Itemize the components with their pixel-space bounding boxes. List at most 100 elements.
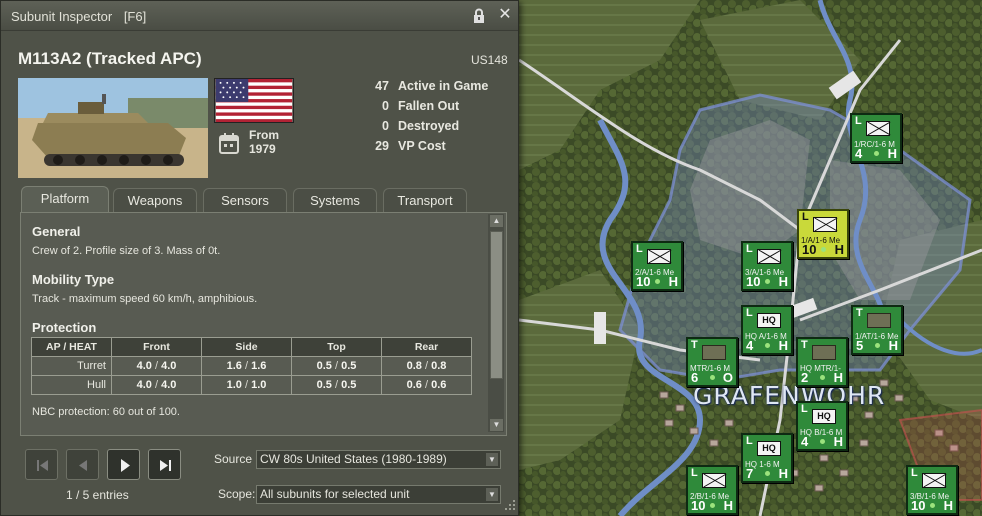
general-heading: General	[32, 224, 81, 239]
unit-status: H	[833, 434, 843, 449]
first-entry-button[interactable]	[25, 449, 58, 480]
unit-ready-dot	[765, 343, 770, 348]
unit-level: L	[746, 435, 753, 447]
ap-value: 0.6	[406, 379, 422, 391]
heat-value: 4.0	[161, 379, 177, 391]
tab-transport[interactable]: Transport	[383, 188, 467, 212]
calendar-icon	[219, 133, 239, 154]
unit-counter[interactable]: L HQ HQ 1-6 M7H	[741, 433, 793, 483]
scope-dropdown[interactable]: All subunits for selected unit ▼	[256, 485, 501, 504]
chevron-down-icon: ▼	[486, 453, 498, 466]
stat-value: 0	[382, 99, 389, 113]
close-icon[interactable]: ✕	[496, 6, 514, 24]
subunit-inspector-panel: Subunit Inspector [F6] ✕ M113A2 (Tracked…	[0, 0, 519, 516]
unit-type-icon: HQ	[812, 409, 836, 424]
unit-strength: 10	[802, 242, 817, 257]
cell-front: 4.0 / 4.0	[111, 375, 202, 395]
unit-type-icon	[757, 249, 781, 264]
unit-strength: 4	[855, 146, 863, 161]
heat-value: 0.5	[341, 360, 357, 372]
scroll-down-arrow-icon[interactable]: ▼	[490, 419, 503, 431]
previous-entry-button[interactable]	[66, 449, 99, 480]
unit-type-icon: HQ	[757, 441, 781, 456]
unit-counter[interactable]: T HQ MTR/1- 2 H	[796, 337, 848, 387]
scope-label: Scope:	[218, 487, 256, 501]
heat-value: 0.5	[341, 379, 357, 391]
unit-strength: 2	[801, 370, 809, 385]
unit-level: T	[801, 339, 808, 351]
heat-value: 0.8	[431, 360, 447, 372]
row-label: Hull	[31, 375, 112, 395]
mobility-text: Track - maximum speed 60 km/h, amphibiou…	[32, 293, 258, 305]
cell-front: 4.0 / 4.0	[111, 356, 202, 376]
unit-counter[interactable]: L HQ HQ B/1-6 M4H	[796, 401, 848, 451]
unit-level: L	[746, 243, 753, 255]
unit-counter[interactable]: L 3/A/1-6 Me 10 H	[741, 241, 793, 291]
unit-level: T	[691, 339, 698, 351]
unit-counter[interactable]: L 2/B/1-6 Me 10 H	[686, 465, 738, 515]
unit-type-icon	[702, 345, 726, 360]
row-label: Turret	[31, 356, 112, 376]
table-row: Hull 4.0 / 4.0 1.0 / 1.0 0.5 / 0.5 0.6 /…	[31, 375, 472, 395]
unit-status: H	[833, 370, 843, 385]
unit-type-icon	[812, 345, 836, 360]
vehicle-photo	[18, 78, 208, 178]
cell-top: 0.5 / 0.5	[291, 375, 382, 395]
play-button[interactable]	[107, 449, 140, 480]
stat-destroyed: 0 Destroyed	[331, 119, 501, 137]
col-header: Front	[111, 337, 202, 357]
unit-counter[interactable]: L 3/B/1-6 Me 10 H	[906, 465, 958, 515]
unit-level: L	[911, 467, 918, 479]
unit-counter[interactable]: L HQ HQ A/1-6 M4H	[741, 305, 793, 355]
source-value: CW 80s United States (1980-1989)	[260, 452, 447, 466]
unit-status: H	[778, 466, 788, 481]
unit-level: T	[856, 307, 863, 319]
unit-code: US148	[471, 53, 508, 67]
stat-value: 47	[375, 79, 389, 93]
unit-ready-dot	[875, 343, 880, 348]
scroll-up-arrow-icon[interactable]: ▲	[490, 215, 503, 227]
tab-platform[interactable]: Platform	[21, 186, 109, 213]
ap-value: 4.0	[136, 379, 152, 391]
unit-counter[interactable]: L 1/A/1-6 Me 10 H	[797, 209, 849, 259]
unit-status: O	[722, 370, 733, 385]
stat-label: Fallen Out	[398, 99, 460, 113]
unit-counter[interactable]: L 1/RC/1-6 M4H	[850, 113, 902, 163]
entries-counter: 1 / 5 entries	[66, 488, 129, 502]
unit-type-icon	[647, 249, 671, 264]
unit-type-icon	[866, 121, 890, 136]
heat-value: 1.0	[251, 379, 267, 391]
unit-level: L	[802, 211, 809, 223]
unit-level: L	[855, 115, 862, 127]
heat-value: 0.6	[431, 379, 447, 391]
scroll-thumb[interactable]	[490, 231, 503, 379]
unit-level: L	[636, 243, 643, 255]
cell-side: 1.0 / 1.0	[201, 375, 292, 395]
cell-side: 1.6 / 1.6	[201, 356, 292, 376]
tab-sensors[interactable]: Sensors	[203, 188, 287, 212]
resize-grip-icon[interactable]	[504, 499, 516, 511]
unit-counter[interactable]: T 1/AT/1-6 Me 5 H	[851, 305, 903, 355]
stat-label: Destroyed	[398, 119, 460, 133]
unit-strength: 4	[746, 338, 754, 353]
lock-icon[interactable]	[471, 8, 487, 24]
chevron-down-icon: ▼	[486, 488, 498, 501]
window-hotkey: [F6]	[123, 9, 147, 24]
tab-systems[interactable]: Systems	[293, 188, 377, 212]
unit-strength: 10	[746, 274, 761, 289]
unit-ready-dot	[765, 471, 770, 476]
unit-type-icon	[922, 473, 946, 488]
unit-counter[interactable]: T MTR/1-6 M6O	[686, 337, 738, 387]
unit-ready-dot	[710, 375, 715, 380]
source-dropdown[interactable]: CW 80s United States (1980-1989) ▼	[256, 450, 501, 469]
unit-name: M113A2 (Tracked APC)	[18, 49, 202, 68]
protection-header-row: AP / HEAT Front Side Top Rear	[31, 337, 472, 357]
unit-counter[interactable]: L 2/A/1-6 Me 10 H	[631, 241, 683, 291]
us-flag-icon	[214, 78, 294, 123]
heat-value: 1.6	[251, 360, 267, 372]
window-title: Subunit Inspector [F6]	[11, 9, 146, 24]
tab-weapons[interactable]: Weapons	[113, 188, 197, 212]
last-entry-button[interactable]	[148, 449, 181, 480]
title-bar[interactable]: Subunit Inspector [F6] ✕	[1, 1, 518, 31]
unit-type-icon	[813, 217, 837, 232]
